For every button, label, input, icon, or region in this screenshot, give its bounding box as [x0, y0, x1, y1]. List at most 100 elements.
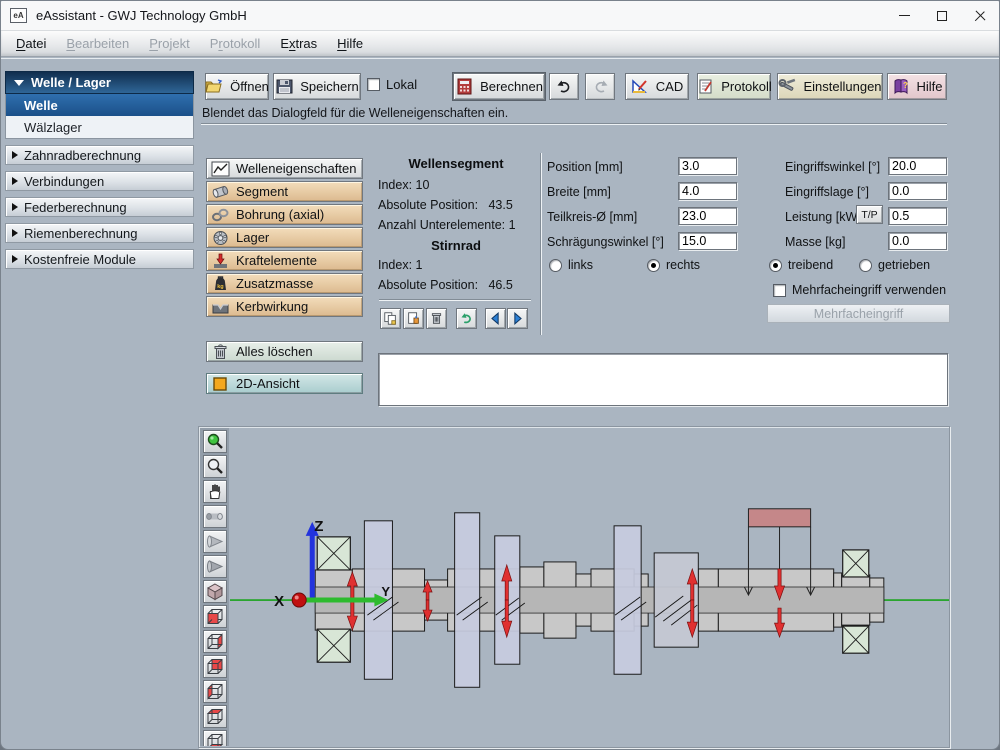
local-checkbox-row[interactable]: Lokal: [367, 77, 417, 92]
segment-info-title: Wellensegment: [408, 156, 504, 171]
close-button[interactable]: [961, 1, 999, 30]
minimize-button[interactable]: [885, 1, 923, 30]
power-input[interactable]: [888, 207, 947, 225]
arrow-left-icon: [491, 312, 499, 325]
calculate-button[interactable]: Berechnen: [452, 72, 546, 101]
force-elements-button[interactable]: Kraftelemente: [206, 250, 363, 271]
status-text: Blendet das Dialogfeld für die Welleneig…: [202, 106, 509, 120]
sidebar-group-federberechnung[interactable]: Federberechnung: [5, 197, 194, 217]
axial-bore-button[interactable]: Bohrung (axial): [206, 204, 363, 225]
notch-effect-button[interactable]: Kerbwirkung: [206, 296, 363, 317]
local-label: Lokal: [386, 77, 418, 92]
protocol-button[interactable]: Protokoll: [697, 73, 772, 100]
segment-button[interactable]: Segment: [206, 181, 363, 202]
view-front-button[interactable]: [202, 605, 227, 628]
maximize-button[interactable]: [923, 1, 961, 30]
helix-right-radio-row[interactable]: rechts: [647, 258, 700, 272]
cad-button[interactable]: CAD: [625, 73, 689, 100]
copy-element-button[interactable]: [380, 308, 401, 329]
multi-mesh-button[interactable]: Mehrfacheingriff: [767, 304, 950, 323]
view-cylinder-button[interactable]: [202, 505, 227, 528]
paste-element-button[interactable]: [403, 308, 424, 329]
revert-element-button[interactable]: [456, 308, 477, 329]
mass-input[interactable]: [888, 232, 947, 250]
zoom-in-area-button[interactable]: [202, 430, 227, 453]
cube-back-red-icon: [207, 659, 222, 674]
multi-mesh-checkbox[interactable]: [773, 283, 786, 297]
segment-abs-position: Absolute Position: 43.5: [378, 198, 513, 212]
trash-icon: [214, 343, 227, 359]
settings-tools-icon: [778, 78, 796, 91]
save-button[interactable]: Speichern: [273, 73, 361, 100]
view-left-button[interactable]: [202, 680, 227, 703]
menu-projekt[interactable]: Projekt: [139, 33, 199, 54]
menu-datei[interactable]: Datei: [6, 33, 56, 54]
helix-angle-input[interactable]: [678, 232, 737, 250]
view-right-button[interactable]: [202, 630, 227, 653]
3d-viewport[interactable]: Z X Y: [230, 428, 949, 746]
driving-radio[interactable]: [769, 258, 782, 272]
menu-extras[interactable]: Extras: [270, 33, 327, 54]
help-book-icon: ?: [894, 79, 908, 95]
next-element-button[interactable]: [507, 308, 528, 329]
undo-button[interactable]: [549, 73, 579, 100]
helix-left-radio-row[interactable]: links: [549, 258, 593, 272]
view-cone-a-button[interactable]: [202, 530, 227, 553]
driven-radio[interactable]: [859, 258, 872, 272]
pitch-diameter-label: Teilkreis-Ø [mm]: [547, 210, 638, 224]
open-button[interactable]: Öffnen: [205, 73, 269, 100]
sidebar-item-welle[interactable]: Welle: [6, 94, 193, 116]
sidebar-header-welle-lager[interactable]: Welle / Lager: [5, 71, 194, 94]
chevron-right-icon: [12, 255, 18, 263]
menu-bearbeiten[interactable]: Bearbeiten: [56, 33, 139, 54]
cube-bottom-red-icon: [207, 734, 223, 746]
pressure-angle-input[interactable]: [888, 157, 947, 175]
redo-button[interactable]: [585, 73, 615, 100]
delete-element-button[interactable]: [426, 308, 447, 329]
mesh-position-input[interactable]: [888, 182, 947, 200]
redo-icon: [595, 80, 607, 93]
width-label: Breite [mm]: [547, 185, 611, 199]
view-bottom-button[interactable]: [202, 730, 227, 746]
sidebar-group-verbindungen[interactable]: Verbindungen: [5, 171, 194, 191]
driving-radio-row[interactable]: treibend: [769, 258, 833, 272]
message-textarea[interactable]: [378, 353, 948, 406]
sidebar-group-kostenfreie-module[interactable]: Kostenfreie Module: [5, 249, 194, 269]
axial-bore: [314, 586, 885, 614]
delete-all-button[interactable]: Alles löschen: [206, 341, 363, 362]
multi-mesh-checkbox-row[interactable]: Mehrfacheingriff verwenden: [773, 283, 946, 297]
torque-power-toggle-button[interactable]: T/P: [856, 205, 883, 224]
width-input[interactable]: [678, 182, 737, 200]
force-arrow-icon: [214, 253, 227, 268]
sidebar-group-zahnradberechnung[interactable]: Zahnradberechnung: [5, 145, 194, 165]
helix-right-radio[interactable]: [647, 258, 660, 272]
view-cone-b-button[interactable]: [202, 555, 227, 578]
settings-button[interactable]: Einstellungen: [777, 73, 883, 100]
mass-weight-icon: kg: [215, 275, 226, 290]
sidebar-group-riemenberechnung[interactable]: Riemenberechnung: [5, 223, 194, 243]
notch-icon: [212, 303, 229, 313]
menu-hilfe[interactable]: Hilfe: [327, 33, 373, 54]
gear-index: Index: 1: [378, 258, 423, 272]
zoom-button[interactable]: [202, 455, 227, 478]
power-label: Leistung [kW]: [785, 210, 861, 224]
view-back-button[interactable]: [202, 655, 227, 678]
view-top-button[interactable]: [202, 705, 227, 728]
local-checkbox[interactable]: [367, 78, 380, 91]
help-button[interactable]: ? Hilfe: [887, 73, 947, 100]
sidebar-item-waelzlager[interactable]: Wälzlager: [6, 116, 193, 138]
x-axis-label: X: [274, 593, 284, 610]
pan-button[interactable]: [202, 480, 227, 503]
position-input[interactable]: [678, 157, 737, 175]
pitch-diameter-input[interactable]: [678, 207, 737, 225]
previous-element-button[interactable]: [485, 308, 506, 329]
additional-mass-button[interactable]: kg Zusatzmasse: [206, 273, 363, 294]
minimize-icon: [898, 15, 910, 16]
shaft-properties-button[interactable]: Welleneigenschaften: [206, 158, 363, 179]
driven-radio-row[interactable]: getrieben: [859, 258, 930, 272]
menu-protokoll[interactable]: Protokoll: [200, 33, 271, 54]
view-isometric-button[interactable]: [202, 580, 227, 603]
helix-left-radio[interactable]: [549, 258, 562, 272]
view-2d-button[interactable]: 2D-Ansicht: [206, 373, 363, 394]
bearing-button[interactable]: Lager: [206, 227, 363, 248]
